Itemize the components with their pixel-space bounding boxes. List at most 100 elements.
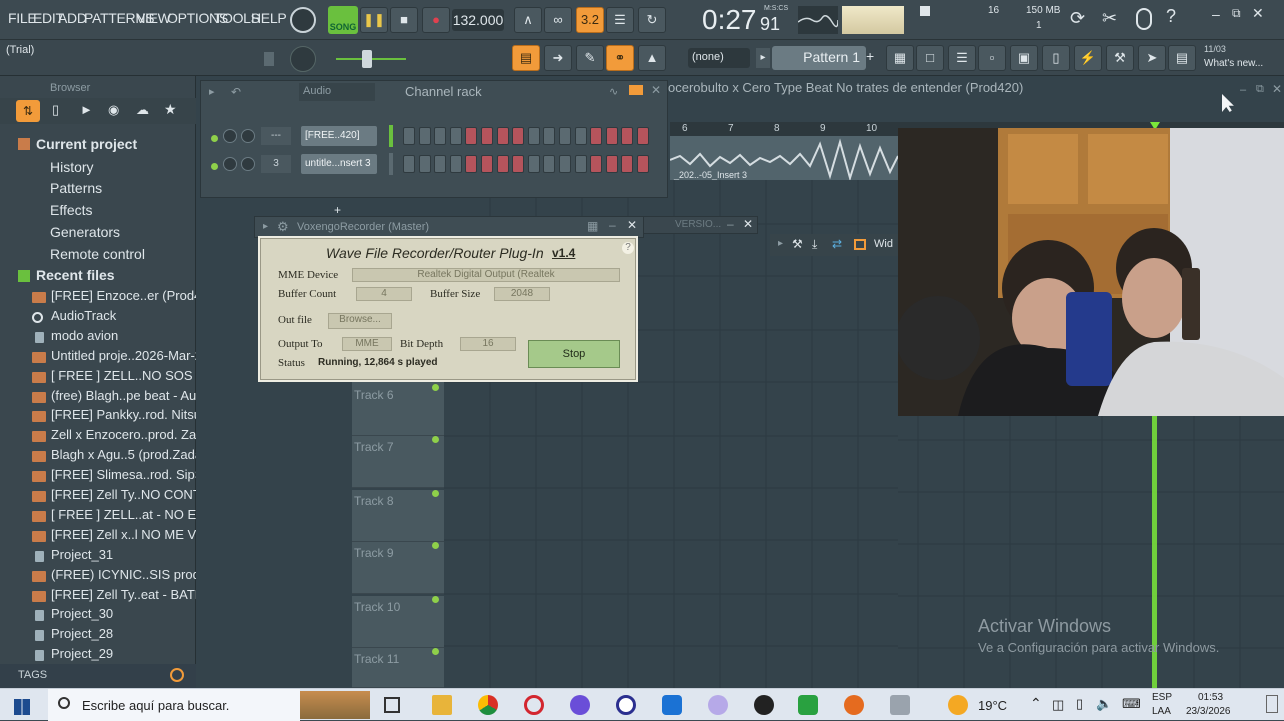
add-channel-icon[interactable]: + xyxy=(334,203,341,217)
playlist-restore-icon[interactable]: ⧉ xyxy=(1256,83,1264,96)
search-highlight-image[interactable] xyxy=(300,691,370,719)
playlist-close-icon[interactable]: ✕ xyxy=(1272,82,1282,96)
step-pad[interactable] xyxy=(637,155,649,173)
step-pad[interactable] xyxy=(403,155,415,173)
blend-notes-icon[interactable]: ☰ xyxy=(606,7,634,33)
taskbar-search-box[interactable]: Escribe aquí para buscar. xyxy=(48,689,300,721)
step-pad[interactable] xyxy=(559,155,571,173)
buffer-count-field[interactable]: 4 xyxy=(356,287,412,301)
close-icon[interactable]: ✕ xyxy=(627,218,637,232)
step-pad[interactable] xyxy=(418,155,431,173)
step-pad[interactable] xyxy=(449,127,462,145)
channel-led[interactable] xyxy=(211,135,218,142)
playlist-icon[interactable]: ▦ xyxy=(886,45,914,71)
step-pad[interactable] xyxy=(512,155,525,173)
layout-icon[interactable]: ▦ xyxy=(587,219,598,233)
step-pad[interactable] xyxy=(496,127,509,145)
notification-icon[interactable] xyxy=(1266,695,1278,713)
recent-file-item[interactable]: Blagh x Agu..5 (prod.Zadax) xyxy=(51,447,213,462)
recent-file-item[interactable]: [FREE] Enzoce..er (Prod420) xyxy=(51,288,220,303)
recent-file-item[interactable]: [FREE] Pankky..rod. Nitsuga) xyxy=(51,407,220,422)
frame-icon[interactable] xyxy=(854,239,866,250)
app-icon[interactable] xyxy=(798,695,818,715)
chevron-right-icon[interactable]: ▸ xyxy=(778,238,783,249)
recent-file-item[interactable]: Project_31 xyxy=(51,547,113,562)
step-pad[interactable] xyxy=(574,127,587,145)
step-pad[interactable] xyxy=(434,127,447,145)
shield-icon[interactable] xyxy=(662,695,682,715)
clock-time[interactable]: 01:53 xyxy=(1198,692,1223,703)
star-icon[interactable]: ★ xyxy=(164,101,177,118)
browse-all-icon[interactable]: ⇅ xyxy=(16,100,40,122)
refresh-icon[interactable]: ⟳ xyxy=(1070,8,1092,30)
track-header[interactable]: Track 8 xyxy=(352,490,444,542)
plug-icon[interactable]: ⚡ xyxy=(1074,45,1102,71)
chrome-icon[interactable] xyxy=(478,695,498,715)
arrow-right-icon[interactable]: ➜ xyxy=(544,45,572,71)
document-icon[interactable]: ▯ xyxy=(52,102,59,118)
stamp-icon[interactable]: ▲ xyxy=(638,45,666,71)
download-icon[interactable]: ⤓ xyxy=(812,237,817,252)
recent-files[interactable]: Recent files xyxy=(36,267,115,283)
step-pad[interactable] xyxy=(605,127,618,145)
step-sequencer-icon[interactable]: □ xyxy=(916,45,944,71)
chevron-up-icon[interactable]: ⌃ xyxy=(1030,695,1042,712)
battery-icon[interactable]: ▯ xyxy=(1076,696,1083,712)
channel-select-indicator[interactable] xyxy=(389,153,393,175)
plugin-db-icon[interactable]: ▣ xyxy=(1010,45,1038,71)
restore-icon[interactable]: ⧉ xyxy=(1232,6,1241,21)
recent-file-item[interactable]: (free) Blagh..pe beat - Aura xyxy=(51,388,208,403)
pencil-icon[interactable]: ✎ xyxy=(576,45,604,71)
fl-studio-icon[interactable] xyxy=(844,695,864,715)
clock-date[interactable]: 23/3/2026 xyxy=(1186,706,1231,717)
help-icon[interactable]: ? xyxy=(622,242,634,254)
track-led[interactable] xyxy=(432,542,439,549)
step-pad[interactable] xyxy=(449,155,462,173)
chevron-right-icon[interactable]: ▸ xyxy=(263,221,268,232)
mixer-icon[interactable]: ▫ xyxy=(978,45,1006,71)
pitch-knob[interactable] xyxy=(290,46,316,72)
file-icon[interactable]: ▯ xyxy=(1042,45,1070,71)
step-pad[interactable] xyxy=(621,155,634,173)
link-icon[interactable]: ⚭ xyxy=(606,45,634,71)
weather-temp[interactable]: 19°C xyxy=(978,698,1007,713)
step-view-icon[interactable] xyxy=(629,85,643,95)
cloud-icon[interactable]: ☁ xyxy=(136,102,149,118)
chevron-right-icon[interactable]: ▸ xyxy=(209,85,215,98)
undo-icon[interactable]: ↶ xyxy=(231,85,241,99)
master-volume-knob[interactable] xyxy=(290,7,316,33)
keyboard-layout[interactable]: LAA xyxy=(1152,706,1171,717)
stop-button[interactable]: Stop xyxy=(528,340,620,368)
speaker-icon[interactable]: ► xyxy=(80,102,93,117)
lock-icon[interactable] xyxy=(264,52,274,66)
track-header[interactable]: Track 6 xyxy=(352,384,444,436)
recent-file-item[interactable]: Project_28 xyxy=(51,626,113,641)
piano-roll-icon[interactable]: ▤ xyxy=(512,45,540,71)
channel-button[interactable]: [FREE..420] xyxy=(301,126,377,146)
language-code[interactable]: ESP xyxy=(1152,692,1172,703)
step-pad[interactable] xyxy=(403,127,415,145)
step-pad[interactable] xyxy=(574,155,587,173)
search-icon[interactable] xyxy=(170,668,184,682)
step-pad[interactable] xyxy=(543,155,556,173)
track-led[interactable] xyxy=(432,648,439,655)
volume-knob[interactable] xyxy=(241,157,255,171)
buffer-size-field[interactable]: 2048 xyxy=(494,287,550,301)
stop-icon[interactable]: ■ xyxy=(390,7,418,33)
channel-button[interactable]: untitle...nsert 3 xyxy=(301,154,377,174)
output-to-select[interactable]: MME xyxy=(342,337,392,351)
mme-device-select[interactable]: Realtek Digital Output (Realtek xyxy=(352,268,620,282)
globe-icon[interactable]: ◉ xyxy=(108,102,119,118)
menu-add[interactable]: ADD xyxy=(58,10,87,26)
app-icon[interactable] xyxy=(616,695,636,715)
channel-rack-icon[interactable]: ☰ xyxy=(948,45,976,71)
playlist-minimize-icon[interactable]: – xyxy=(1240,84,1246,96)
recent-file-item[interactable]: Project_30 xyxy=(51,606,113,621)
browser-history[interactable]: History xyxy=(50,159,94,175)
track-led[interactable] xyxy=(432,436,439,443)
close-icon[interactable]: ✕ xyxy=(1252,5,1264,22)
export-icon[interactable]: ➤ xyxy=(1138,45,1166,71)
channel-led[interactable] xyxy=(211,163,218,170)
menu-help[interactable]: HELP xyxy=(251,10,287,26)
audio-clip[interactable]: _202..-05_Insert 3 xyxy=(670,136,898,184)
